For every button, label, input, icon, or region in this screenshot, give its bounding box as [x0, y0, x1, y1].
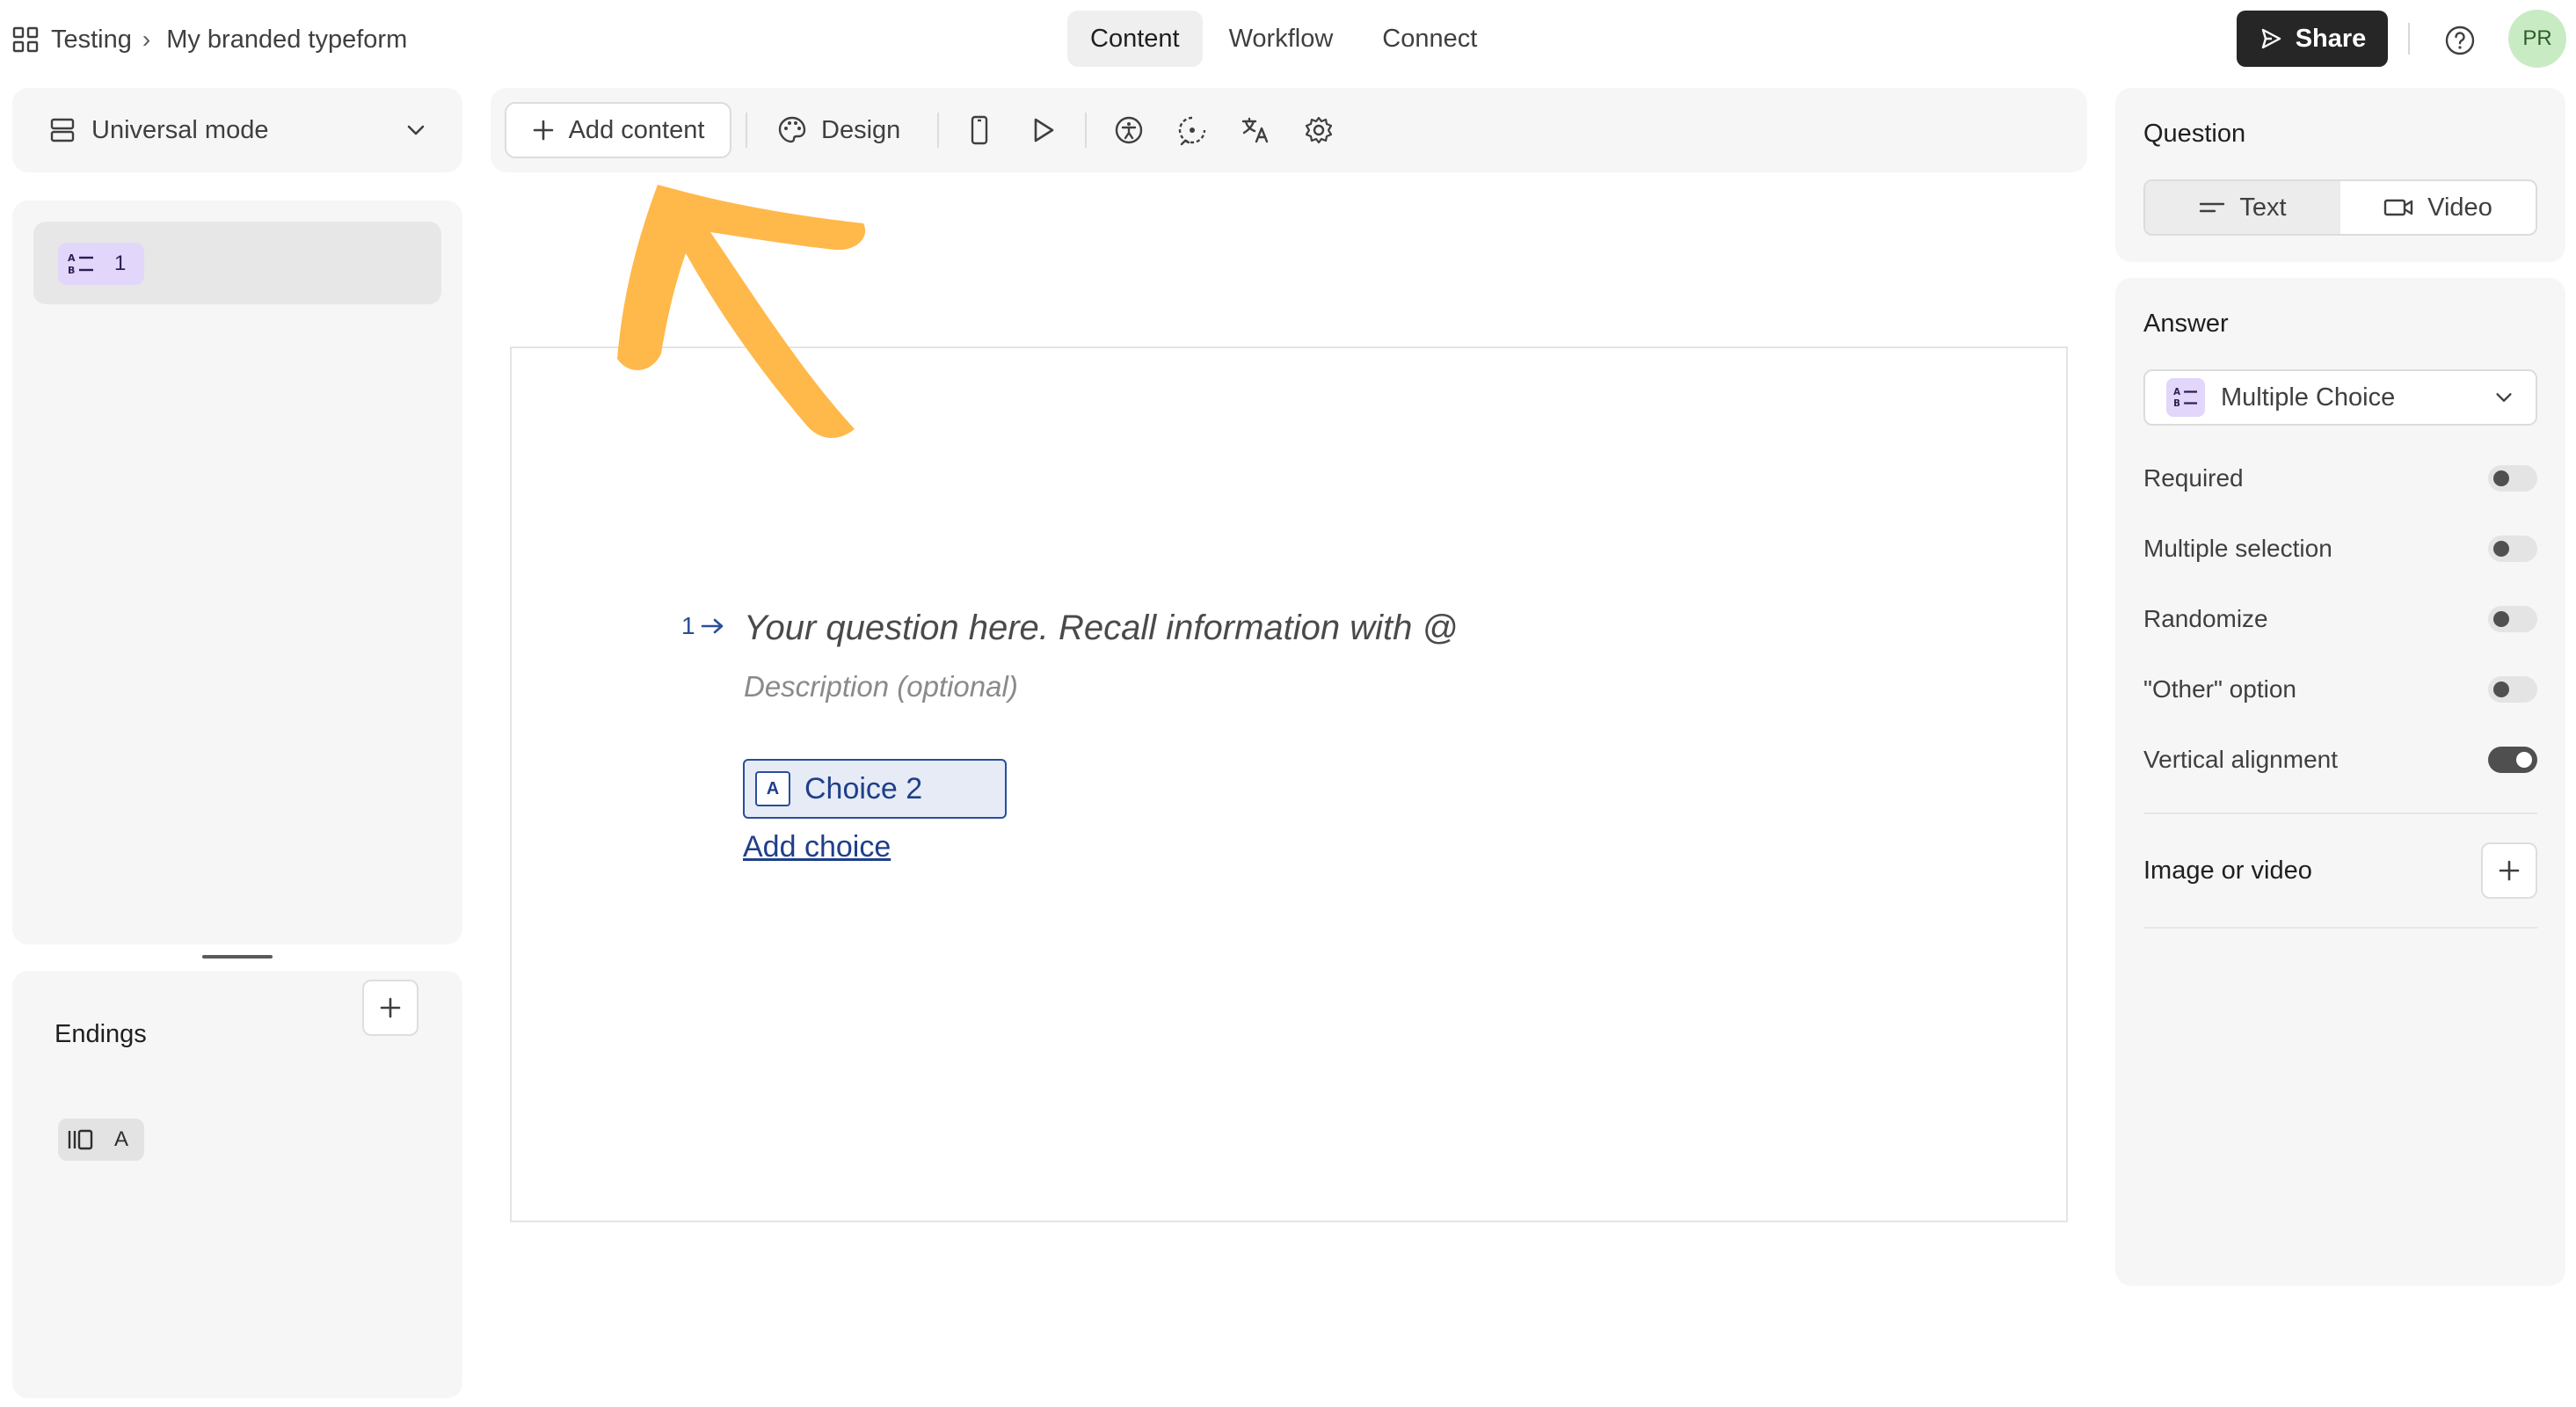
question-description-input[interactable]: Description (optional) — [744, 670, 1018, 704]
multiple-choice-icon: AB — [2166, 378, 2205, 417]
add-choice-link[interactable]: Add choice — [743, 830, 891, 864]
question-section-title: Question — [2143, 120, 2246, 148]
toolbar-divider — [746, 113, 747, 148]
choice-option[interactable]: A Choice 2 — [743, 759, 1007, 819]
accessibility-icon[interactable] — [1110, 111, 1148, 149]
chevron-down-icon — [404, 119, 427, 142]
translate-icon[interactable] — [1236, 111, 1275, 149]
ending-icon — [67, 1127, 95, 1152]
multiple-choice-icon: AB — [67, 252, 95, 276]
question-badge: AB 1 — [58, 243, 144, 285]
svg-text:B: B — [68, 265, 75, 276]
mobile-preview-icon[interactable] — [960, 111, 999, 149]
breadcrumb-form-name[interactable]: My branded typeform — [166, 26, 407, 55]
palette-icon — [777, 115, 807, 145]
option-randomize: Randomize — [2143, 598, 2537, 640]
option-required: Required — [2143, 457, 2537, 499]
answer-type-label: Multiple Choice — [2221, 383, 2396, 412]
vertical-alignment-toggle[interactable] — [2488, 747, 2537, 773]
annotation-arrow — [617, 185, 866, 439]
video-camera-icon — [2383, 197, 2413, 218]
plus-icon — [2497, 858, 2521, 883]
breadcrumb: Testing › My branded typeform — [12, 19, 407, 60]
svg-text:B: B — [2173, 399, 2180, 409]
other-option-toggle[interactable] — [2488, 676, 2537, 703]
share-label: Share — [2295, 24, 2367, 53]
mode-label: Universal mode — [91, 115, 269, 144]
option-multiple-selection: Multiple selection — [2143, 528, 2537, 570]
add-media-button[interactable] — [2481, 842, 2537, 899]
option-required-label: Required — [2143, 464, 2244, 492]
tab-content[interactable]: Content — [1067, 11, 1203, 67]
resize-handle[interactable] — [202, 955, 273, 959]
required-toggle[interactable] — [2488, 465, 2537, 492]
play-preview-icon[interactable] — [1023, 111, 1062, 149]
avatar[interactable]: PR — [2508, 10, 2566, 68]
randomize-toggle[interactable] — [2488, 606, 2537, 632]
svg-text:A: A — [68, 252, 76, 264]
question-mode-toggle: Text Video — [2143, 179, 2537, 236]
svg-text:A: A — [2173, 388, 2180, 397]
plus-icon — [378, 995, 403, 1020]
answer-section-title: Answer — [2143, 310, 2229, 338]
option-vertical-alignment: Vertical alignment — [2143, 739, 2537, 781]
help-icon[interactable] — [2439, 19, 2481, 62]
answer-type-select[interactable]: AB Multiple Choice — [2143, 369, 2537, 426]
canvas-question-number: 1 — [681, 612, 695, 639]
share-button[interactable]: Share — [2237, 11, 2388, 67]
apps-grid-icon[interactable] — [12, 26, 39, 53]
toolbar-divider — [1085, 113, 1087, 148]
option-multiple-selection-label: Multiple selection — [2143, 535, 2332, 562]
image-or-video-title: Image or video — [2143, 857, 2312, 885]
tab-connect[interactable]: Connect — [1359, 11, 1500, 67]
choice-key: A — [755, 771, 790, 806]
section-divider — [2143, 927, 2537, 929]
design-label: Design — [821, 115, 901, 144]
tab-workflow[interactable]: Workflow — [1206, 11, 1357, 67]
option-vertical-alignment-label: Vertical alignment — [2143, 746, 2339, 773]
text-lines-icon — [2199, 199, 2225, 216]
question-mode-text-label: Text — [2239, 193, 2287, 222]
ending-item[interactable]: A — [58, 1119, 144, 1161]
question-text-input[interactable]: Your question here. Recall information w… — [744, 609, 1458, 648]
question-mode-video[interactable]: Video — [2340, 181, 2536, 234]
question-number-indicator: 1 — [681, 612, 725, 640]
option-randomize-label: Randomize — [2143, 605, 2268, 632]
endings-title: Endings — [55, 1020, 147, 1048]
add-ending-button[interactable] — [362, 980, 418, 1036]
chevron-right-icon: › — [142, 26, 151, 53]
universal-mode-select[interactable]: Universal mode — [12, 88, 462, 172]
top-bar: Testing › My branded typeform Content Wo… — [0, 0, 2576, 79]
main-tabs: Content Workflow Connect — [1067, 11, 1500, 67]
topbar-divider — [2408, 23, 2410, 55]
question-mode-text[interactable]: Text — [2145, 181, 2340, 234]
add-content-label: Add content — [568, 115, 705, 144]
send-icon — [2259, 26, 2283, 51]
plus-icon — [532, 119, 555, 142]
breadcrumb-workspace[interactable]: Testing — [51, 26, 132, 55]
layout-rows-icon — [49, 117, 76, 143]
settings-icon[interactable] — [1299, 111, 1338, 149]
answer-settings-panel — [2115, 278, 2565, 1286]
chevron-down-icon — [2493, 387, 2514, 408]
question-number: 1 — [114, 252, 127, 275]
option-other-label: "Other" option — [2143, 675, 2296, 703]
arrow-right-icon — [701, 616, 725, 636]
question-settings-panel — [2115, 88, 2565, 262]
multiple-selection-toggle[interactable] — [2488, 536, 2537, 562]
section-divider — [2143, 813, 2537, 814]
option-other: "Other" option — [2143, 668, 2537, 711]
question-mode-video-label: Video — [2427, 193, 2492, 222]
ending-label: A — [114, 1127, 129, 1151]
choice-label[interactable]: Choice 2 — [804, 772, 922, 806]
question-list-panel — [12, 200, 462, 944]
toolbar-divider — [937, 113, 939, 148]
logic-icon[interactable] — [1173, 111, 1212, 149]
